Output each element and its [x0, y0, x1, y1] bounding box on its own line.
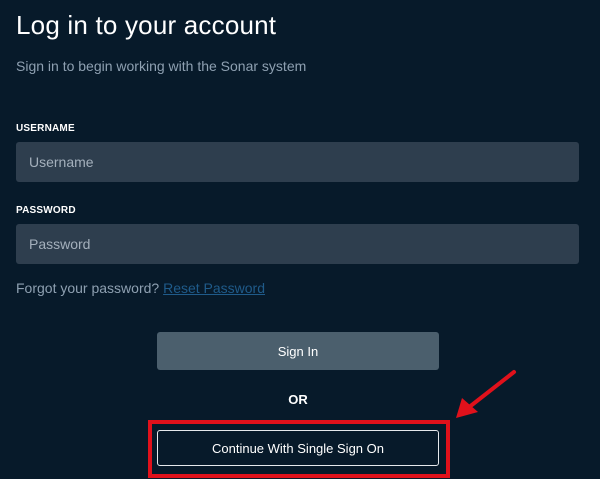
- page-subtitle: Sign in to begin working with the Sonar …: [16, 58, 307, 74]
- forgot-password-text: Forgot your password?: [16, 280, 160, 296]
- single-sign-on-button[interactable]: Continue With Single Sign On: [157, 430, 439, 466]
- sign-in-button[interactable]: Sign In: [157, 332, 439, 370]
- username-input[interactable]: [16, 142, 579, 182]
- password-label: PASSWORD: [16, 205, 76, 216]
- username-label: USERNAME: [16, 123, 75, 134]
- red-arrow-annotation: [456, 370, 516, 418]
- reset-password-link[interactable]: Reset Password: [163, 280, 265, 296]
- forgot-password-row: Forgot your password? Reset Password: [16, 280, 265, 296]
- password-input[interactable]: [16, 224, 579, 264]
- page-title: Log in to your account: [16, 10, 277, 40]
